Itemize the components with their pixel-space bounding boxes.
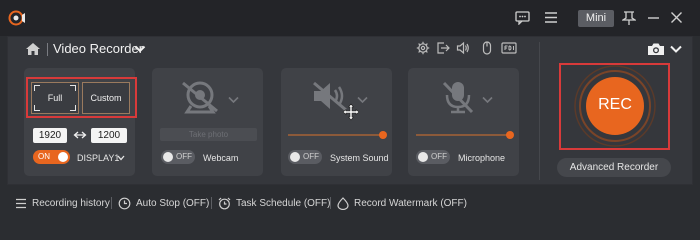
move-cursor-icon	[342, 103, 360, 121]
toggle-knob	[58, 152, 68, 162]
system-sound-volume-slider[interactable]	[288, 131, 387, 139]
module-title[interactable]: Video Recorder	[53, 41, 143, 57]
chevron-down-icon[interactable]	[482, 96, 493, 104]
webcam-label: Webcam	[203, 153, 239, 163]
take-photo-button[interactable]: Take photo	[160, 128, 257, 141]
chevron-down-icon[interactable]	[228, 96, 239, 104]
menu-icon[interactable]	[544, 11, 558, 24]
custom-region-button[interactable]: Custom	[82, 82, 130, 114]
footer-separator	[211, 197, 212, 209]
mouse-icon[interactable]	[480, 41, 494, 55]
recording-history-link[interactable]: Recording history	[15, 196, 110, 210]
webcam-icon	[182, 81, 218, 114]
export-icon[interactable]	[436, 41, 450, 55]
toggle-knob	[290, 152, 300, 162]
record-watermark-link[interactable]: Record Watermark (OFF)	[337, 196, 467, 210]
chevron-down-icon[interactable]	[117, 155, 125, 161]
auto-stop-link[interactable]: Auto Stop (OFF)	[118, 196, 209, 210]
watermark-drop-icon	[337, 196, 349, 210]
toggle-knob	[418, 152, 428, 162]
slider-thumb[interactable]	[379, 131, 387, 139]
feedback-icon[interactable]	[515, 10, 530, 25]
microphone-muted-icon	[442, 81, 474, 114]
microphone-label: Microphone	[458, 153, 506, 163]
microphone-toggle[interactable]: OFF	[416, 150, 450, 164]
rec-label[interactable]: REC	[588, 93, 642, 117]
custom-region-label: Custom	[90, 93, 122, 103]
display-toggle-label: ON	[38, 152, 50, 161]
webcam-toggle[interactable]: OFF	[161, 150, 195, 164]
display-select[interactable]: DISPLAY1	[77, 152, 119, 164]
height-input[interactable]: 1200	[91, 128, 127, 143]
task-schedule-link[interactable]: Task Schedule (OFF)	[218, 196, 330, 210]
width-input[interactable]: 1920	[33, 128, 67, 143]
clock-icon	[118, 197, 131, 209]
panel-divider	[539, 42, 540, 180]
chevron-down-icon[interactable]	[134, 44, 146, 54]
auto-stop-label: Auto Stop (OFF)	[136, 197, 210, 209]
breadcrumb-separator	[47, 43, 48, 56]
system-sound-toggle-label: OFF	[303, 152, 319, 161]
microphone-volume-slider[interactable]	[416, 131, 514, 139]
record-watermark-label: Record Watermark (OFF)	[354, 197, 467, 209]
system-sound-label: System Sound	[330, 153, 389, 163]
display-toggle[interactable]: ON	[33, 150, 70, 164]
frame-rate-icon[interactable]	[501, 41, 517, 55]
footer-separator	[330, 197, 331, 209]
webcam-toggle-label: OFF	[176, 152, 192, 161]
slider-thumb[interactable]	[506, 131, 514, 139]
full-screen-label: Full	[47, 93, 63, 103]
advanced-recorder-button[interactable]: Advanced Recorder	[557, 158, 671, 177]
home-icon[interactable]	[25, 42, 41, 56]
mini-mode-button[interactable]: Mini	[578, 10, 614, 27]
microphone-toggle-label: OFF	[431, 152, 447, 161]
minimize-icon[interactable]	[647, 11, 660, 24]
aspect-link-icon[interactable]	[73, 129, 87, 141]
footer-separator	[111, 197, 112, 209]
close-icon[interactable]	[670, 11, 683, 24]
pin-icon[interactable]	[622, 10, 636, 26]
recording-history-label: Recording history	[32, 197, 110, 209]
full-screen-button[interactable]: Full	[31, 82, 79, 114]
screenshot-camera-icon[interactable]	[647, 42, 683, 56]
system-sound-toggle[interactable]: OFF	[288, 150, 322, 164]
settings-gear-icon[interactable]	[416, 41, 430, 55]
alarm-clock-icon	[218, 197, 231, 209]
speaker-icon[interactable]	[456, 41, 470, 55]
list-icon	[16, 198, 26, 208]
app-logo-icon	[8, 10, 25, 26]
task-schedule-label: Task Schedule (OFF)	[236, 197, 331, 209]
toggle-knob	[163, 152, 173, 162]
